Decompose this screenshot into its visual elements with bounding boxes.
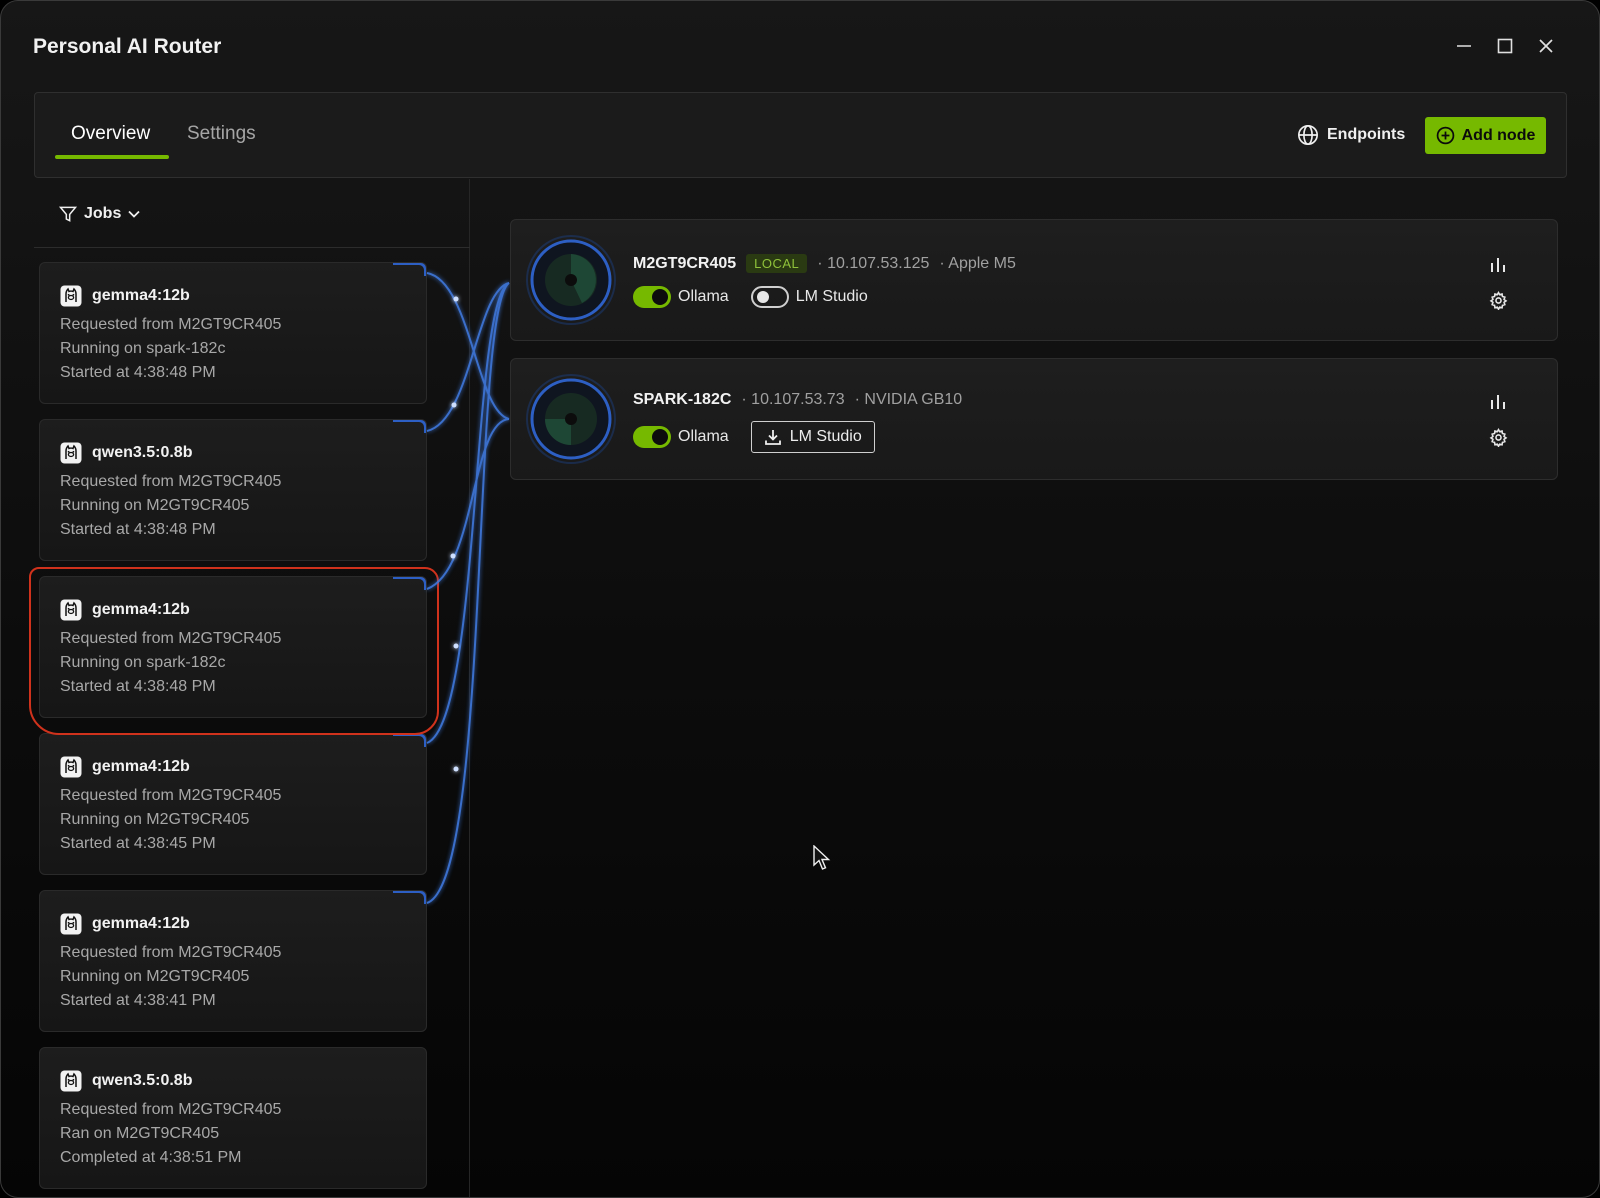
job-running-on: Running on spark-182c [60,340,226,357]
node-settings-button[interactable] [1484,423,1512,451]
job-model-name: qwen3.5:0.8b [92,444,193,461]
job-card[interactable]: gemma4:12b Requested from M2GT9CR405 Run… [39,890,427,1032]
job-card[interactable]: gemma4:12b Requested from M2GT9CR405 Run… [39,262,427,404]
job-running-on: Running on M2GT9CR405 [60,497,250,514]
globe-icon [1298,125,1318,145]
minimize-button[interactable] [1449,31,1479,61]
panel-divider [34,247,470,248]
job-model-name: gemma4:12b [92,601,190,618]
connection-corner [393,577,426,590]
bar-chart-icon [1491,258,1505,272]
service-label: LM Studio [789,428,862,445]
job-timestamp: Started at 4:38:48 PM [60,678,216,695]
mouse-cursor-icon [813,845,831,870]
job-card[interactable]: qwen3.5:0.8b Requested from M2GT9CR405 R… [39,1047,427,1189]
node-card[interactable]: M2GT9CR405 LOCAL · 10.107.53.125 · Apple… [510,219,1558,341]
ollama-model-icon [60,285,82,307]
job-timestamp: Started at 4:38:48 PM [60,521,216,538]
maximize-button[interactable] [1490,31,1520,61]
ollama-toggle[interactable] [633,426,671,448]
endpoints-button[interactable]: Endpoints [1297,119,1405,151]
add-node-button[interactable]: Add node [1425,117,1546,154]
jobs-filter-label: Jobs [84,205,122,222]
ollama-model-icon [60,913,82,935]
bar-chart-icon [1491,395,1505,409]
job-model-name: gemma4:12b [92,758,190,775]
service-label: LM Studio [795,288,868,305]
node-ip: · 10.107.53.125 [817,254,930,272]
stats-button[interactable] [1484,387,1512,415]
filter-icon [58,206,78,222]
node-hardware: · NVIDIA GB10 [854,391,963,408]
node-ip: · 10.107.53.73 [741,391,845,408]
node-header: SPARK-182C · 10.107.53.73 · NVIDIA GB10 [633,391,962,409]
node-status-ring-icon [526,235,616,325]
node-status-ring-icon [526,374,616,464]
jobs-panel: Jobs gemma4:12b Requested from M2GT9CR40… [34,179,470,1197]
job-requested-from: Requested from M2GT9CR405 [60,787,282,804]
job-model-name: gemma4:12b [92,287,190,304]
node-services: Ollama LM Studio [633,421,875,453]
connection-corner [393,263,426,276]
job-requested-from: Requested from M2GT9CR405 [60,1101,282,1118]
job-running-on: Running on M2GT9CR405 [60,811,250,828]
minimize-icon [1457,45,1471,47]
ollama-toggle[interactable] [633,286,671,308]
node-hardware: · Apple M5 [939,254,1016,272]
gear-icon [1489,427,1507,447]
job-requested-from: Requested from M2GT9CR405 [60,944,282,961]
gear-icon [1489,290,1507,310]
job-timestamp: Started at 4:38:48 PM [60,364,216,381]
tab-settings[interactable]: Settings [187,123,256,145]
plus-circle-icon [1436,126,1454,145]
job-running-on: Ran on M2GT9CR405 [60,1125,220,1142]
ollama-model-icon [60,756,82,778]
ollama-model-icon [60,599,82,621]
job-requested-from: Requested from M2GT9CR405 [60,630,282,647]
add-node-label: Add node [1461,126,1536,144]
job-model-name: qwen3.5:0.8b [92,1072,193,1089]
active-tab-indicator [55,155,169,159]
app-title: Personal AI Router [33,35,222,58]
lm-studio-toggle[interactable] [750,286,789,308]
ollama-model-icon [60,442,82,464]
endpoints-label: Endpoints [1327,126,1406,143]
ollama-model-icon [60,1070,82,1092]
job-card[interactable]: gemma4:12b Requested from M2GT9CR405 Run… [39,733,427,875]
stats-button[interactable] [1484,250,1512,278]
job-model-name: gemma4:12b [92,915,190,932]
close-button[interactable] [1531,31,1561,61]
job-timestamp: Started at 4:38:41 PM [60,992,216,1009]
node-name: SPARK-182C [633,391,732,408]
app-window: Personal AI Router Overview Settings End… [0,0,1600,1198]
chevron-down-icon [128,210,140,218]
job-timestamp: Started at 4:38:45 PM [60,835,216,852]
job-requested-from: Requested from M2GT9CR405 [60,473,282,490]
node-header: M2GT9CR405 LOCAL · 10.107.53.125 · Apple… [633,254,1016,273]
job-card[interactable]: qwen3.5:0.8b Requested from M2GT9CR405 R… [39,419,427,561]
top-navigation-bar: Overview Settings Endpoints Add node [34,92,1567,178]
tab-overview[interactable]: Overview [71,123,150,145]
job-requested-from: Requested from M2GT9CR405 [60,316,282,333]
service-label: Ollama [678,288,729,305]
jobs-filter-dropdown[interactable]: Jobs [58,204,141,224]
job-card[interactable]: gemma4:12b Requested from M2GT9CR405 Run… [39,576,427,718]
title-bar: Personal AI Router [1,1,1599,91]
connection-corner [393,734,426,747]
maximize-icon [1497,38,1513,54]
node-services: Ollama LM Studio [633,286,890,308]
job-running-on: Running on M2GT9CR405 [60,968,250,985]
node-card[interactable]: SPARK-182C · 10.107.53.73 · NVIDIA GB10 … [510,358,1558,480]
job-running-on: Running on spark-182c [60,654,226,671]
close-icon [1539,39,1553,53]
connection-corner [393,891,426,904]
download-icon [764,430,781,445]
job-timestamp: Completed at 4:38:51 PM [60,1149,242,1166]
service-label: Ollama [678,428,729,445]
connection-corner [393,420,426,433]
node-settings-button[interactable] [1484,286,1512,314]
local-badge: LOCAL [746,254,808,273]
install-lm-studio-button[interactable]: LM Studio [750,421,875,453]
node-name: M2GT9CR405 [633,254,737,272]
